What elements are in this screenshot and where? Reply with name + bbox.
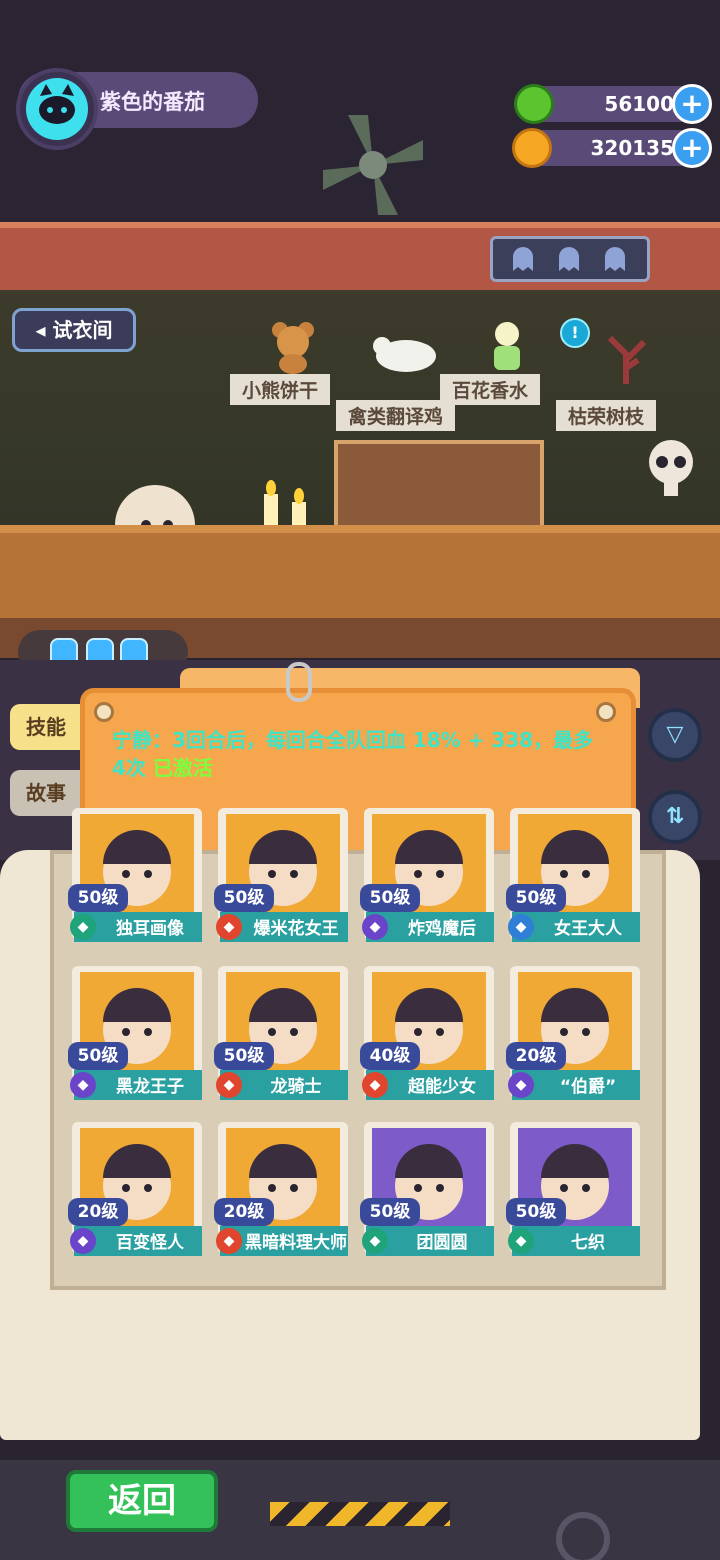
character-card[interactable]: ◆ 超能少女 40级 — [360, 962, 498, 1102]
bear-cookie-icon — [268, 318, 318, 374]
element-type-icon: ◆ — [362, 914, 388, 940]
character-name: 龙骑士 — [270, 1077, 322, 1097]
character-card[interactable]: ◆ “伯爵” 20级 — [506, 962, 644, 1102]
character-level: 50级 — [506, 884, 566, 912]
candle-icon — [258, 478, 318, 528]
element-type-icon: ◆ — [216, 1072, 242, 1098]
back-button[interactable]: 返回 — [66, 1470, 218, 1532]
character-card[interactable]: ◆ 团圆圆 50级 — [360, 1118, 498, 1258]
page-decoration — [150, 1322, 650, 1340]
skill-description: 宁静：3回合后，每回合全队回血 18% + 338，最多4次 已激活 — [112, 726, 602, 782]
character-name: 黑龙王子 — [116, 1077, 184, 1097]
paperclip-icon — [286, 662, 312, 702]
shelf-label: 小熊饼干 — [230, 374, 331, 405]
character-level: 50级 — [360, 1198, 420, 1226]
character-level: 50级 — [506, 1198, 566, 1226]
windmill-icon — [318, 110, 428, 220]
skull-icon — [636, 430, 706, 502]
fitting-room-label: 试衣间 — [52, 318, 113, 342]
withered-branch-icon — [598, 330, 654, 386]
character-name: 超能少女 — [408, 1077, 476, 1097]
pin-icon — [596, 702, 616, 722]
character-name: 女王大人 — [554, 919, 622, 939]
character-card[interactable]: ◆ 独耳画像 50级 — [68, 804, 206, 944]
character-grid: ◆ 独耳画像 50级 ◆ 爆米花女王 50级 ◆ 炸鸡魔后 50级 ◆ 女王大人 50级 ◆ 黑龙王子 50… — [50, 808, 666, 1290]
shelf-label: 百花香水 — [440, 374, 541, 405]
element-type-icon: ◆ — [362, 1072, 388, 1098]
character-card[interactable]: ◆ 爆米花女王 50级 — [214, 804, 352, 944]
character-level: 20级 — [506, 1042, 566, 1070]
character-name: 爆米花女王 — [253, 919, 339, 939]
character-card[interactable]: ◆ 炸鸡魔后 50级 — [360, 804, 498, 944]
sort-button[interactable]: ⇅ — [648, 790, 702, 844]
add-coin-button[interactable]: + — [672, 128, 712, 168]
chicken-icon — [366, 332, 444, 374]
element-type-icon: ◆ — [362, 1228, 388, 1254]
element-type-icon: ◆ — [70, 914, 96, 940]
pin-icon — [94, 702, 114, 722]
character-card[interactable]: ◆ 龙骑士 50级 — [214, 962, 352, 1102]
element-type-icon: ◆ — [216, 1228, 242, 1254]
flower-perfume-icon — [484, 320, 530, 374]
shelf-label: 枯荣树枝 — [556, 400, 657, 431]
character-level: 20级 — [214, 1198, 274, 1226]
character-level: 50级 — [214, 1042, 274, 1070]
element-type-icon: ◆ — [70, 1072, 96, 1098]
character-level: 40级 — [360, 1042, 420, 1070]
character-name: 炸鸡魔后 — [408, 919, 476, 939]
display-case[interactable] — [334, 440, 544, 530]
element-type-icon: ◆ — [508, 914, 534, 940]
character-level: 50级 — [360, 884, 420, 912]
hazard-stripe — [270, 1502, 450, 1526]
character-name: 独耳画像 — [116, 919, 184, 939]
filter-button[interactable]: ▽ — [648, 708, 702, 762]
character-name: 团圆圆 — [416, 1233, 468, 1253]
add-gem-button[interactable]: + — [672, 84, 712, 124]
character-level: 50级 — [214, 884, 274, 912]
character-card[interactable]: ◆ 百变怪人 20级 — [68, 1118, 206, 1258]
shelf-label: 禽类翻译鸡 — [336, 400, 456, 431]
character-level: 50级 — [68, 1042, 128, 1070]
character-card[interactable]: ◆ 女王大人 50级 — [506, 804, 644, 944]
avatar[interactable] — [26, 78, 88, 140]
element-type-icon: ◆ — [508, 1072, 534, 1098]
alert-icon[interactable]: ! — [560, 318, 590, 348]
element-type-icon: ◆ — [70, 1228, 96, 1254]
fitting-room-button[interactable]: ◂ 试衣间 — [12, 308, 136, 352]
element-type-icon: ◆ — [508, 1228, 534, 1254]
character-name: 黑暗料理大师 — [245, 1233, 347, 1253]
gear-icon — [556, 1512, 610, 1560]
character-card[interactable]: ◆ 黑龙王子 50级 — [68, 962, 206, 1102]
character-name: “伯爵” — [559, 1077, 617, 1097]
ghost-sign-icon — [490, 236, 650, 282]
character-card[interactable]: ◆ 七织 50级 — [506, 1118, 644, 1258]
character-name: 七织 — [571, 1233, 605, 1253]
character-level: 20级 — [68, 1198, 128, 1226]
tab-skill[interactable]: 技能 — [10, 704, 82, 750]
gem-value: 56100 — [604, 92, 674, 116]
coin-value: 320135 — [590, 136, 675, 160]
skill-status: 已激活 — [152, 756, 213, 780]
character-card[interactable]: ◆ 黑暗料理大师 20级 — [214, 1118, 352, 1258]
character-level: 50级 — [68, 884, 128, 912]
element-type-icon: ◆ — [216, 914, 242, 940]
character-name: 百变怪人 — [116, 1233, 184, 1253]
username: 紫色的番茄 — [100, 90, 205, 114]
